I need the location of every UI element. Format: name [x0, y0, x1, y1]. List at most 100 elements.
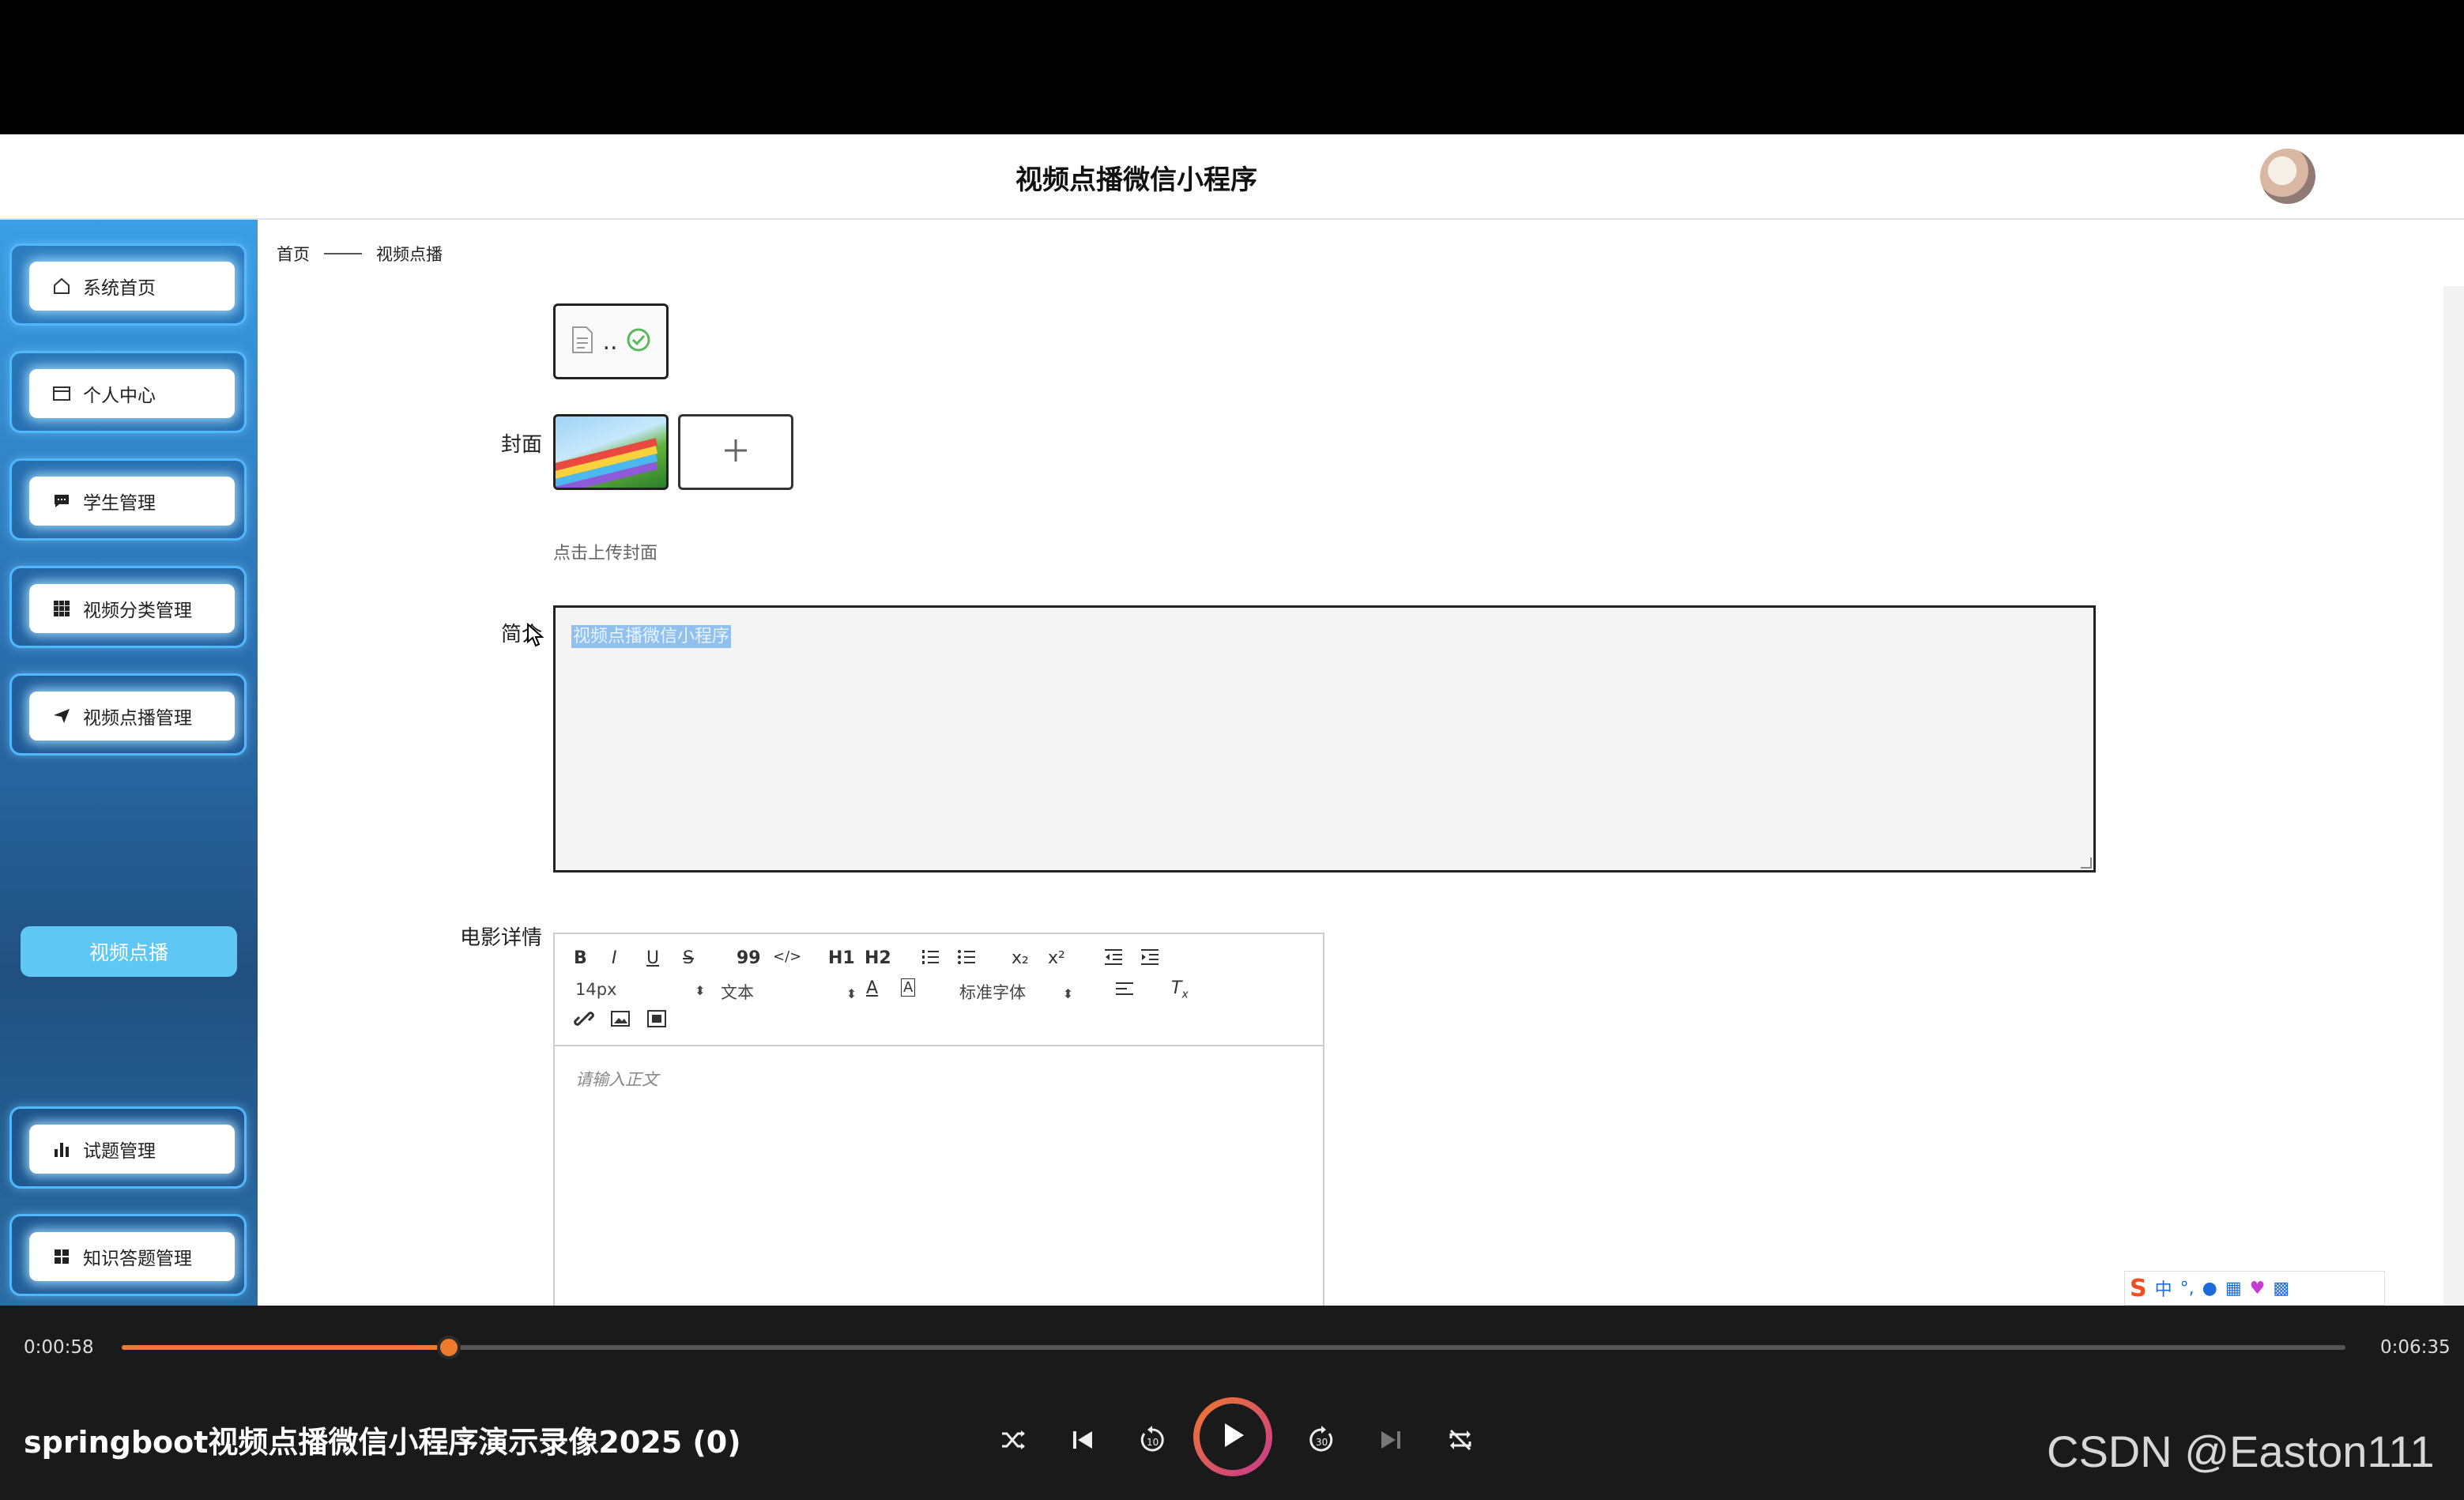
link-icon[interactable]: [574, 1008, 594, 1034]
sidebar-item-label: 知识答题管理: [83, 1249, 192, 1269]
sidebar-item-label: 视频分类管理: [83, 601, 192, 621]
app-title: 视频点播微信小程序: [1015, 164, 1257, 196]
clear-format-icon[interactable]: Tx: [1171, 978, 1189, 1001]
id-card-icon: [51, 383, 72, 404]
app-header: 视频点播微信小程序: [0, 134, 2464, 220]
background-color-icon[interactable]: A: [901, 978, 916, 997]
keyboard-icon[interactable]: ▦: [2225, 1279, 2242, 1298]
file-icon: [571, 326, 594, 357]
file-name: ..: [602, 327, 618, 356]
editor-toolbar: B I U S 99 </> H1 H2 x₂ x² 14px ⬍ 文本 ⬍ A…: [555, 934, 1323, 1046]
play-icon: [1217, 1419, 1249, 1454]
svg-text:10: 10: [1147, 1437, 1159, 1448]
video-icon[interactable]: [646, 1008, 667, 1034]
send-icon: [51, 706, 72, 726]
watermark: CSDN @Easton111: [2047, 1427, 2435, 1476]
video-title: springboot视频点播微信小程序演示录像2025 (0): [24, 1425, 741, 1460]
main-content: 首页 视频点播 .. 封面 点击上传封面 简介 视频点播微信小程序 电影详情 B…: [258, 220, 2464, 1306]
resize-handle[interactable]: [2081, 857, 2092, 869]
select-arrows-icon: ⬍: [846, 986, 857, 1001]
cover-thumbnail[interactable]: [553, 414, 669, 490]
sogou-logo-icon: S: [2130, 1274, 2147, 1302]
sidebar-item-video-category[interactable]: 视频分类管理: [9, 566, 247, 648]
total-time: 0:06:35: [2380, 1337, 2451, 1358]
breadcrumb-home[interactable]: 首页: [277, 242, 310, 266]
sidebar-item-home[interactable]: 系统首页: [9, 243, 247, 326]
outdent-icon[interactable]: [1103, 947, 1124, 972]
select-arrows-icon: ⬍: [1062, 986, 1074, 1001]
font-size-value: 14px: [575, 980, 617, 999]
app-window: 视频点播微信小程序 系统首页 个人中心 学生管理 视频分类管理 视频点播管理 视…: [0, 134, 2464, 1306]
superscript-button[interactable]: x²: [1048, 948, 1065, 968]
current-time: 0:00:58: [24, 1337, 94, 1358]
play-button[interactable]: [1193, 1397, 1272, 1476]
uploaded-file[interactable]: ..: [553, 303, 669, 379]
ordered-list-icon[interactable]: [920, 947, 940, 972]
sidebar-item-students[interactable]: 学生管理: [9, 458, 247, 541]
sidebar-item-label: 系统首页: [83, 278, 156, 299]
microphone-icon[interactable]: ●: [2202, 1279, 2217, 1298]
header-select[interactable]: 文本 ⬍: [721, 980, 857, 1004]
italic-button[interactable]: I: [612, 948, 617, 968]
forward-30-icon[interactable]: 30: [1302, 1421, 1340, 1459]
shuffle-icon[interactable]: [994, 1421, 1032, 1459]
font-family-value: 标准字体: [959, 983, 1026, 1002]
font-size-select[interactable]: 14px ⬍: [575, 980, 706, 999]
code-block-button[interactable]: </>: [773, 948, 801, 965]
breadcrumb-current: 视频点播: [376, 245, 443, 264]
ime-toolbar[interactable]: S 中 °, ● ▦ ♥ ▩: [2124, 1271, 2385, 1306]
seek-bar-progress: [122, 1345, 449, 1350]
subscript-button[interactable]: x₂: [1012, 948, 1029, 968]
font-family-select[interactable]: 标准字体 ⬍: [959, 980, 1073, 1004]
bullet-list-icon[interactable]: [956, 947, 977, 972]
toolbox-icon[interactable]: ▩: [2273, 1279, 2289, 1298]
h2-button[interactable]: H2: [865, 948, 891, 968]
seek-bar-knob[interactable]: [436, 1336, 461, 1359]
chat-icon: [51, 491, 72, 511]
punctuation-icon[interactable]: °,: [2180, 1279, 2195, 1298]
sidebar-item-video-vod[interactable]: 视频点播管理: [9, 673, 247, 756]
align-icon[interactable]: [1114, 978, 1135, 1004]
home-icon: [51, 276, 72, 296]
sidebar-item-label: 学生管理: [83, 493, 156, 514]
sidebar-item-label: 视频点播管理: [83, 708, 192, 729]
blockquote-button[interactable]: 99: [737, 948, 761, 968]
bar-chart-icon: [51, 1139, 72, 1159]
indent-icon[interactable]: [1140, 947, 1160, 972]
media-player: 0:00:58 0:06:35 springboot视频点播微信小程序演示录像2…: [0, 1306, 2464, 1500]
screen: 视频点播微信小程序 系统首页 个人中心 学生管理 视频分类管理 视频点播管理 视…: [0, 0, 2464, 1500]
rewind-10-icon[interactable]: 10: [1133, 1421, 1171, 1459]
strike-button[interactable]: S: [683, 948, 694, 968]
seek-bar[interactable]: [122, 1336, 2345, 1359]
select-arrows-icon: ⬍: [695, 983, 706, 998]
h1-button[interactable]: H1: [828, 948, 855, 968]
sidebar-item-label: 个人中心: [83, 386, 156, 406]
add-cover-button[interactable]: [678, 414, 793, 490]
svg-text:30: 30: [1316, 1437, 1328, 1448]
avatar[interactable]: [2260, 149, 2315, 204]
skin-icon[interactable]: ♥: [2250, 1279, 2266, 1298]
underline-button[interactable]: U: [646, 948, 659, 968]
scrollbar[interactable]: [2443, 286, 2464, 1306]
intro-textarea[interactable]: 视频点播微信小程序: [553, 605, 2096, 872]
mouse-cursor-icon: [526, 622, 544, 651]
repeat-icon[interactable]: [1441, 1421, 1479, 1459]
sidebar: 系统首页 个人中心 学生管理 视频分类管理 视频点播管理 视频点播 试题管理 知…: [0, 220, 258, 1306]
bold-button[interactable]: B: [574, 948, 587, 968]
rich-text-editor: B I U S 99 </> H1 H2 x₂ x² 14px ⬍ 文本 ⬍ A…: [553, 933, 1324, 1306]
next-icon[interactable]: [1372, 1421, 1410, 1459]
image-icon[interactable]: [610, 1008, 631, 1034]
grid-icon: [51, 598, 72, 619]
intro-text: 视频点播微信小程序: [571, 625, 732, 648]
sidebar-item-profile[interactable]: 个人中心: [9, 351, 247, 433]
breadcrumb: 首页 视频点播: [277, 242, 443, 266]
ime-language[interactable]: 中: [2155, 1276, 2172, 1301]
plus-icon: [721, 436, 750, 468]
sidebar-item-label: 试题管理: [83, 1141, 156, 1162]
sidebar-subitem-video-vod[interactable]: 视频点播: [21, 926, 237, 977]
previous-icon[interactable]: [1064, 1421, 1102, 1459]
editor-placeholder[interactable]: 请输入正文: [575, 1067, 658, 1091]
font-color-icon[interactable]: A: [866, 978, 878, 998]
sidebar-item-knowledge-quiz[interactable]: 知识答题管理: [9, 1214, 247, 1296]
sidebar-item-questions[interactable]: 试题管理: [9, 1106, 247, 1189]
